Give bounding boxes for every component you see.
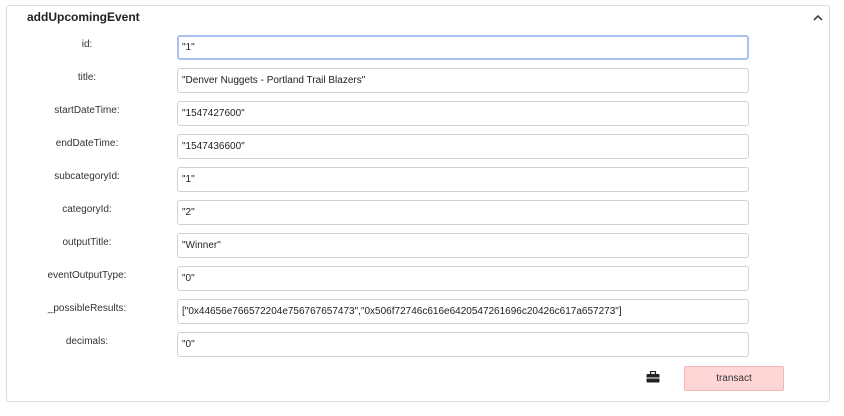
param-row-possible-results: _possibleResults: xyxy=(7,299,831,325)
briefcase-icon[interactable] xyxy=(646,370,660,383)
param-label: subcategoryId: xyxy=(54,171,120,182)
param-label: categoryId: xyxy=(62,204,112,215)
function-name: addUpcomingEvent xyxy=(27,10,140,24)
param-row-event-output-type: eventOutputType: xyxy=(7,266,831,292)
param-row-decimals: decimals: xyxy=(7,332,831,358)
param-label: endDateTime: xyxy=(55,138,119,149)
param-input-id[interactable] xyxy=(177,35,749,60)
param-input-title[interactable] xyxy=(177,68,749,93)
param-row-start-date-time: startDateTime: xyxy=(7,101,831,127)
param-input-subcategory-id[interactable] xyxy=(177,167,749,192)
param-row-subcategory-id: subcategoryId: xyxy=(7,167,831,193)
param-label: title: xyxy=(77,72,97,83)
param-row-output-title: outputTitle: xyxy=(7,233,831,259)
param-input-output-title[interactable] xyxy=(177,233,749,258)
param-input-possible-results[interactable] xyxy=(177,299,749,324)
param-label: startDateTime: xyxy=(54,105,120,116)
param-input-decimals[interactable] xyxy=(177,332,749,357)
param-label: id: xyxy=(81,39,93,50)
param-row-category-id: categoryId: xyxy=(7,200,831,226)
param-label: _possibleResults: xyxy=(47,303,127,314)
chevron-up-icon[interactable] xyxy=(811,11,825,25)
param-row-title: title: xyxy=(7,68,831,94)
param-input-start-date-time[interactable] xyxy=(177,101,749,126)
function-panel: addUpcomingEvent id: title: startDateTim… xyxy=(6,5,830,402)
param-label: eventOutputType: xyxy=(47,270,127,281)
param-row-id: id: xyxy=(7,35,831,61)
param-input-end-date-time[interactable] xyxy=(177,134,749,159)
param-label: outputTitle: xyxy=(62,237,112,248)
param-input-event-output-type[interactable] xyxy=(177,266,749,291)
param-row-end-date-time: endDateTime: xyxy=(7,134,831,160)
param-input-category-id[interactable] xyxy=(177,200,749,225)
param-label: decimals: xyxy=(65,336,109,347)
transact-button[interactable]: transact xyxy=(684,366,784,391)
